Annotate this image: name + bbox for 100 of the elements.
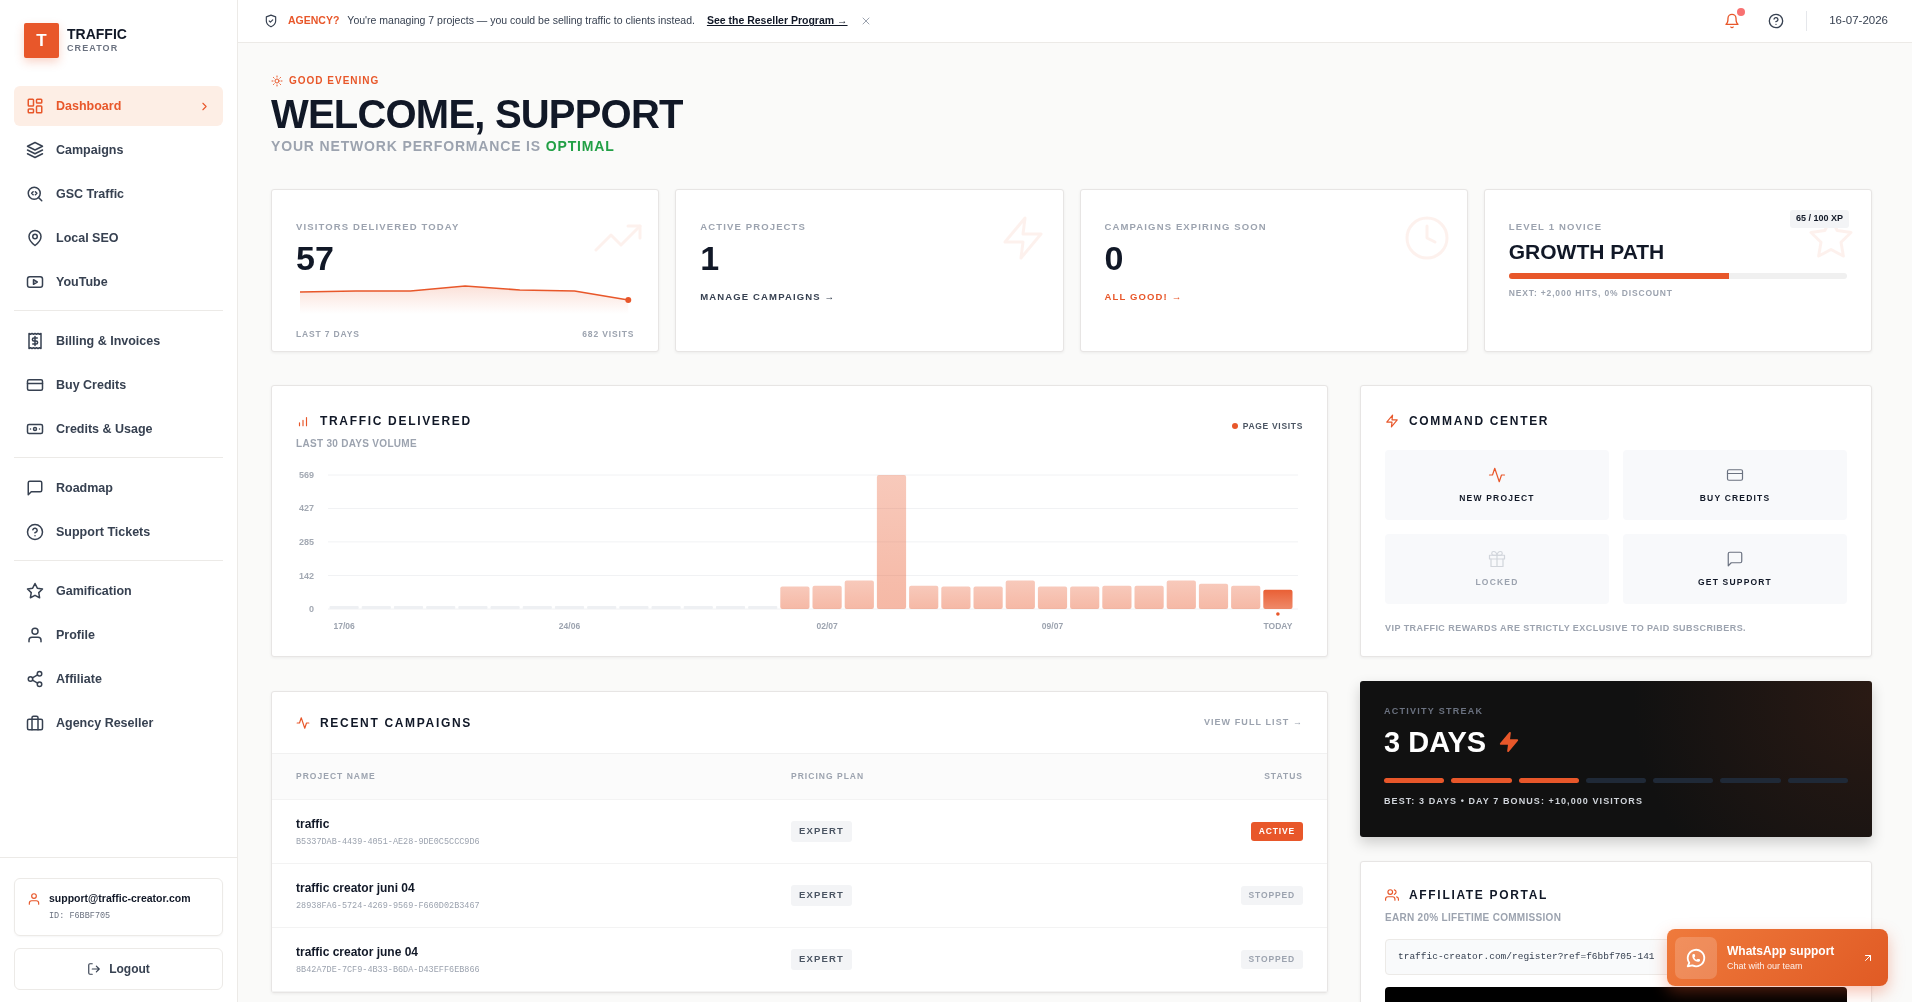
receipt-icon: [26, 332, 44, 350]
axis-label: 17/06: [333, 621, 355, 631]
sidebar-item[interactable]: Profile: [14, 615, 223, 655]
chat-phone-icon: [1685, 946, 1707, 969]
stat-link[interactable]: MANAGE CAMPAIGNS →: [700, 289, 836, 304]
axis-label: 02/07: [816, 621, 838, 631]
chart-bar: [909, 585, 939, 609]
logout-icon: [87, 962, 102, 976]
axis-label: 427: [298, 503, 314, 514]
stat-label: CAMPAIGNS EXPIRING SOON: [1104, 220, 1267, 234]
stat-value: 0: [1104, 240, 1124, 278]
action-tile[interactable]: BUY CREDITS: [1623, 450, 1847, 520]
help-icon: [26, 523, 44, 541]
account-email: support@traffic-creator.com: [49, 890, 191, 906]
sidebar-item[interactable]: Support Tickets: [14, 512, 223, 552]
sun-icon: [271, 74, 283, 87]
chart-bar: [1134, 585, 1164, 609]
sidebar-item[interactable]: Gamification: [14, 571, 223, 611]
chart-bar: [1005, 580, 1035, 609]
banner-tag: AGENCY?: [288, 13, 340, 29]
vip-note: VIP TRAFFIC REWARDS ARE STRICTLY EXCLUSIVE TO PAID SUBSCRIBERS.: [1385, 622, 1748, 635]
user-icon: [26, 626, 44, 644]
share-icon: [26, 670, 44, 688]
play-icon: [26, 273, 44, 291]
lightning-icon: [1385, 414, 1399, 428]
plan-badge: EXPERT: [791, 821, 852, 842]
performance-status: YOUR NETWORK PERFORMANCE IS OPTIMAL: [271, 137, 616, 156]
project-name: traffic creator juni 04: [296, 879, 416, 897]
card-subtitle: LAST 30 DAYS VOLUME: [296, 437, 418, 451]
greeting-eyebrow: GOOD EVENING: [289, 74, 380, 88]
sidebar-item[interactable]: Roadmap: [14, 468, 223, 508]
column-header: PRICING PLAN: [791, 770, 866, 783]
sidebar-item[interactable]: YouTube: [14, 262, 223, 302]
brand-name: TRAFFIC: [67, 27, 127, 43]
brand-tagline: CREATOR: [67, 42, 120, 56]
sidebar-item[interactable]: Campaigns: [14, 130, 223, 170]
streak-value: 3 DAYS: [1384, 724, 1487, 760]
shield-icon: [264, 14, 278, 28]
card-title: COMMAND CENTER: [1409, 413, 1550, 430]
stat-link[interactable]: ALL GOOD! →: [1104, 289, 1183, 304]
status-badge: ACTIVE: [1250, 822, 1303, 841]
axis-label: 285: [298, 536, 314, 547]
chart-bar: [1231, 585, 1261, 609]
search-icon: [26, 185, 44, 203]
logout-button[interactable]: Logout: [14, 948, 223, 990]
action-tile[interactable]: GET SUPPORT: [1623, 534, 1847, 604]
streak-note: BEST: 3 DAYS • DAY 7 BONUS: +10,000 VISITORS: [1384, 795, 1644, 808]
lightning-icon: [1498, 731, 1521, 754]
chart-bar: [844, 580, 874, 609]
project-id: B5337DAB-4439-4051-AE28-9DE0C5CCC9D6: [296, 835, 481, 849]
card-title: AFFILIATE PORTAL: [1409, 887, 1549, 904]
sidebar-item[interactable]: Buy Credits: [14, 365, 223, 405]
sidebar-item[interactable]: Agency Reseller: [14, 703, 223, 743]
star-icon: [26, 582, 44, 600]
streak-label: ACTIVITY STREAK: [1384, 705, 1485, 718]
card-subtitle: EARN 20% LIFETIME COMMISSION: [1385, 911, 1563, 925]
axis-label: TODAY: [1263, 621, 1293, 631]
sidebar-item[interactable]: GSC Traffic: [14, 174, 223, 214]
axis-label: 142: [298, 570, 314, 581]
help-icon: [1768, 13, 1785, 29]
chart-bar: [1037, 586, 1068, 609]
account-id: ID: F6BBF705: [49, 910, 112, 923]
stat-value: 1: [700, 240, 720, 278]
chart-bar: [973, 586, 1003, 609]
stat-value: GROWTH PATH: [1508, 240, 1665, 264]
card-title: RECENT CAMPAIGNS: [320, 714, 472, 732]
column-header: STATUS: [1263, 770, 1303, 783]
axis-label: 09/07: [1041, 621, 1064, 631]
layers-icon: [26, 141, 44, 159]
pulse-icon: [296, 715, 310, 730]
sidebar-item[interactable]: Local SEO: [14, 218, 223, 258]
chart-bar: [1198, 583, 1229, 609]
sidebar-item[interactable]: Credits & Usage: [14, 409, 223, 449]
stat-label: LEVEL 1 NOVICE: [1508, 220, 1603, 234]
chart-bar: [812, 585, 842, 609]
project-id: 28938FA6-5724-4269-9569-F660D02B3467: [296, 899, 481, 913]
xp-badge: 65 / 100 XP: [1789, 210, 1849, 228]
plan-badge: EXPERT: [791, 885, 852, 906]
notifications-button[interactable]: [1722, 11, 1743, 31]
status-badge: STOPPED: [1240, 950, 1303, 969]
chart-bar: [1102, 585, 1132, 609]
project-name: traffic: [296, 815, 331, 833]
current-date: 16-07-2026: [1829, 13, 1888, 29]
legend-label: PAGE VISITS: [1242, 420, 1303, 433]
card-title: TRAFFIC DELIVERED: [320, 413, 472, 430]
stat-label: VISITORS DELIVERED TODAY: [296, 220, 460, 234]
chart-bar: [1070, 586, 1100, 609]
action-tile[interactable]: NEW PROJECT: [1385, 450, 1609, 520]
project-id: 8B42A7DE-7CF9-4B33-B6DA-D43EFF6EB866: [296, 963, 481, 977]
stat-value: 57: [296, 240, 334, 278]
reseller-link[interactable]: See the Reseller Program →: [706, 13, 848, 29]
axis-label: 0: [309, 604, 314, 614]
sidebar-item[interactable]: Affiliate: [14, 659, 223, 699]
logo-mark: T: [24, 23, 59, 58]
dashboard-icon: [26, 97, 44, 115]
banner-message: You're managing 7 projects — you could be selling traffic to clients instead.: [347, 13, 695, 29]
plan-badge: EXPERT: [791, 949, 852, 970]
sidebar-item[interactable]: Billing & Invoices: [14, 321, 223, 361]
chart-bar: [1263, 589, 1293, 609]
axis-label: 24/06: [558, 621, 581, 631]
